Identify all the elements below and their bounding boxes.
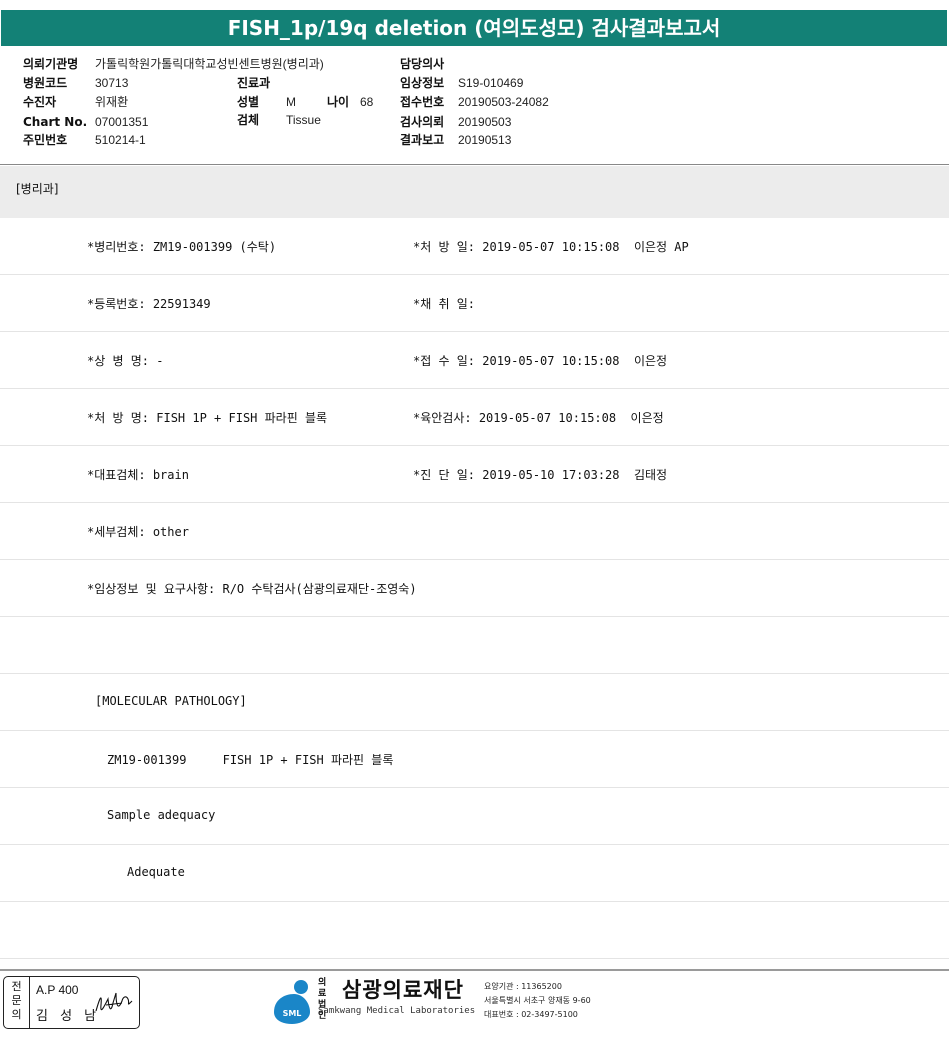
stamp-title-char: 의 <box>11 1008 22 1021</box>
stamp-title-char: 문 <box>11 994 22 1007</box>
row-left-text: *처 방 명: FISH 1P + FISH 파라핀 블록 <box>87 411 328 425</box>
row-right-text: *처 방 일: 2019-05-07 10:15:08 이은정 AP <box>413 240 689 254</box>
sex-label: 성별 <box>237 95 260 109</box>
organization-name: 삼광의료재단 <box>342 978 464 1002</box>
recipient-value: 위재환 <box>95 95 129 109</box>
signature-image <box>95 992 133 1012</box>
request-label: 검사의뢰 <box>400 115 445 129</box>
row-left-text: *대표검체: brain <box>87 468 189 482</box>
row-right-text: *진 단 일: 2019-05-10 17:03:28 김태정 <box>413 468 668 482</box>
row-left-text: *세부검체: other <box>87 525 189 539</box>
request-value: 20190503 <box>458 115 512 129</box>
report-row: *대표검체: brain *진 단 일: 2019-05-10 17:03:28… <box>0 446 949 503</box>
row-left-text: *병리번호: ZM19-001399 (수탁) <box>87 240 277 254</box>
stamp-name: 김 성 남 <box>36 1009 101 1024</box>
specimen-value: Tissue <box>286 113 321 127</box>
footer-divider <box>0 969 949 971</box>
row-left-text: ZM19-001399 FISH 1P + FISH 파라핀 블록 <box>107 753 394 767</box>
report-row: *처 방 명: FISH 1P + FISH 파라핀 블록 *육안검사: 201… <box>0 389 949 446</box>
row-right-text: *채 취 일: <box>413 297 476 311</box>
row-left-text: Adequate <box>127 865 185 879</box>
id-label: 주민번호 <box>23 133 68 147</box>
clinical-label: 임상정보 <box>400 76 445 90</box>
row-left-text: [MOLECULAR PATHOLOGY] <box>95 694 247 708</box>
organization-contact: 요양기관 : 11365200 서울특별시 서초구 양재동 9-60 대표번호 … <box>484 980 591 1022</box>
code-label: 병원코드 <box>23 76 68 90</box>
row-left-text: *등록번호: 22591349 <box>87 297 211 311</box>
doctor-label: 담당의사 <box>400 57 445 71</box>
hospital-value: 가톨릭학원가톨릭대학교성빈센트병원(병리과) <box>95 57 324 71</box>
sml-logo: SML <box>274 980 310 1024</box>
specimen-label: 검체 <box>237 113 260 127</box>
row-left-text: Sample adequacy <box>107 808 216 822</box>
stamp-title: 전 문 의 <box>4 977 30 1028</box>
chart-value: 07001351 <box>95 115 149 129</box>
hospital-label: 의뢰기관명 <box>23 57 79 71</box>
report-value: 20190513 <box>458 133 512 147</box>
age-value: 68 <box>360 95 374 109</box>
report-row: *세부검체: other <box>0 503 949 560</box>
report-row: ZM19-001399 FISH 1P + FISH 파라핀 블록 <box>0 731 949 788</box>
sex-value: M <box>286 95 296 109</box>
report-row: Sample adequacy <box>0 788 949 845</box>
report-row <box>0 902 949 959</box>
phone: 대표번호 : 02-3497-5100 <box>484 1010 578 1019</box>
age-label: 나이 <box>327 95 350 109</box>
section-header <box>0 166 949 218</box>
receipt-value: 20190503-24082 <box>458 95 549 109</box>
organization-english-name: Samkwang Medical Laboratories <box>318 1006 476 1016</box>
report-label: 결과보고 <box>400 133 445 147</box>
row-left-text: *상 병 명: - <box>87 354 164 368</box>
report-title: FISH_1p/19q deletion (여의도성모) 검사결과보고서 <box>1 10 947 46</box>
report-row: *병리번호: ZM19-001399 (수탁) *처 방 일: 2019-05-… <box>0 218 949 275</box>
report-row: *등록번호: 22591349 *채 취 일: <box>0 275 949 332</box>
row-right-text: *접 수 일: 2019-05-07 10:15:08 이은정 <box>413 354 668 368</box>
facility-code: 요양기관 : 11365200 <box>484 982 562 991</box>
dept-label: 진료과 <box>237 76 271 90</box>
report-row: *임상정보 및 요구사항: R/O 수탁검사(삼광의료재단-조영숙) <box>0 560 949 617</box>
logo-text: SML <box>283 1009 302 1018</box>
patient-info-panel: 의뢰기관명 가톨릭학원가톨릭대학교성빈센트병원(병리과) 담당의사 병원코드 3… <box>0 50 949 165</box>
chart-label: Chart No. <box>23 115 88 129</box>
report-row <box>0 617 949 674</box>
report-row: *상 병 명: - *접 수 일: 2019-05-07 10:15:08 이은… <box>0 332 949 389</box>
pathologist-stamp: 전 문 의 A.P 400 김 성 남 <box>3 976 140 1029</box>
clinical-value: S19-010469 <box>458 76 524 90</box>
code-value: 30713 <box>95 76 129 90</box>
stamp-title-char: 전 <box>11 980 22 993</box>
row-right-text: *육안검사: 2019-05-07 10:15:08 이은정 <box>413 411 664 425</box>
row-left-text: *임상정보 및 요구사항: R/O 수탁검사(삼광의료재단-조영숙) <box>87 582 417 596</box>
stamp-ap-number: A.P 400 <box>36 983 79 997</box>
section-label: [병리과] <box>16 182 59 196</box>
report-row: Adequate <box>0 845 949 902</box>
recipient-label: 수진자 <box>23 95 57 109</box>
id-value: 510214-1 <box>95 133 146 147</box>
receipt-label: 접수번호 <box>400 95 445 109</box>
report-row: [MOLECULAR PATHOLOGY] <box>0 674 949 731</box>
address: 서울특별시 서초구 양재동 9-60 <box>484 996 591 1005</box>
